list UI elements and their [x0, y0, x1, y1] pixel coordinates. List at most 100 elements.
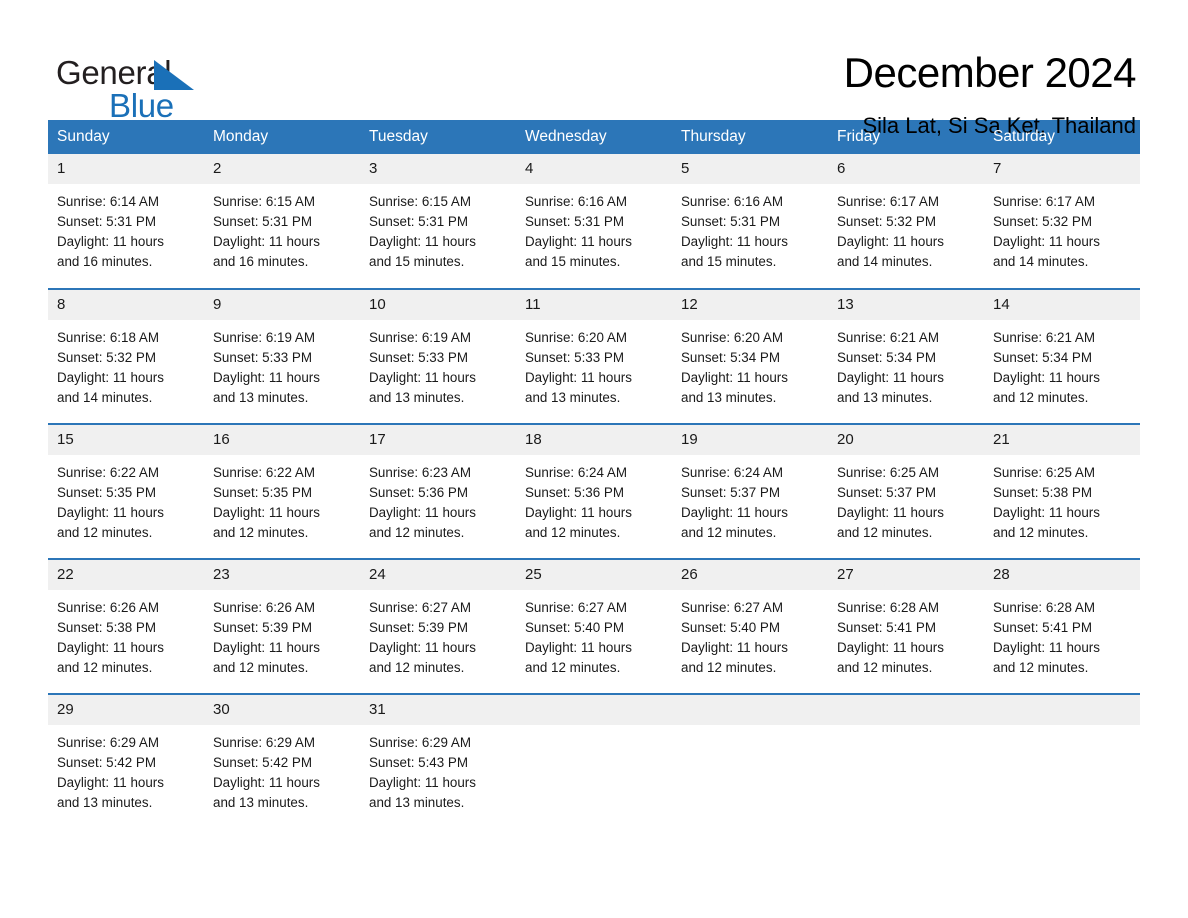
calendar-cell[interactable]: 7 Sunrise: 6:17 AM Sunset: 5:32 PM Daylight…: [984, 154, 1140, 289]
calendar-cell[interactable]: 6 Sunrise: 6:17 AM Sunset: 5:32 PM Daylight…: [828, 154, 984, 289]
daylight-text: Daylight: 11 hours: [993, 370, 1100, 386]
daylight-text-cont: and 12 minutes.: [525, 525, 621, 541]
daylight-text: Daylight: 11 hours: [213, 640, 320, 656]
calendar-cell[interactable]: 8 Sunrise: 6:18 AM Sunset: 5:32 PM Daylight…: [48, 288, 204, 424]
sunrise-text: Sunrise: 6:28 AM: [837, 600, 939, 615]
calendar-cell[interactable]: 20 Sunrise: 6:25 AM Sunset: 5:37 PM Dayligh…: [828, 423, 984, 559]
daylight-text-cont: and 12 minutes.: [837, 525, 933, 541]
calendar-cell[interactable]: 1 Sunrise: 6:14 AM Sunset: 5:31 PM Daylight…: [48, 154, 204, 289]
sunset-text: Sunset: 5:37 PM: [681, 485, 780, 501]
calendar-cell[interactable]: 26 Sunrise: 6:27 AM Sunset: 5:40 PM Dayligh…: [672, 558, 828, 694]
title-block: December 2024 Sila Lat, Si Sa Ket, Thail…: [844, 46, 1137, 140]
calendar-cell-empty: [516, 693, 672, 829]
sunrise-text: Sunrise: 6:28 AM: [993, 600, 1095, 615]
calendar-cell[interactable]: 13 Sunrise: 6:21 AM Sunset: 5:34 PM Dayligh…: [828, 288, 984, 424]
weekday-header-sunday: Sunday: [48, 120, 204, 154]
day-details: Sunrise: 6:23 AM Sunset: 5:36 PM Daylight:…: [360, 455, 516, 543]
day-details: Sunrise: 6:27 AM Sunset: 5:40 PM Daylight:…: [516, 590, 672, 678]
day-number: 1: [48, 154, 204, 184]
calendar-cell[interactable]: 2 Sunrise: 6:15 AM Sunset: 5:31 PM Daylight…: [204, 154, 360, 289]
calendar-cell[interactable]: 14 Sunrise: 6:21 AM Sunset: 5:34 PM Dayligh…: [984, 288, 1140, 424]
calendar-cell[interactable]: 4 Sunrise: 6:16 AM Sunset: 5:31 PM Daylight…: [516, 154, 672, 289]
sunrise-text: Sunrise: 6:18 AM: [57, 330, 159, 345]
location-subtitle: Sila Lat, Si Sa Ket, Thailand: [862, 113, 1136, 138]
calendar-cell[interactable]: 12 Sunrise: 6:20 AM Sunset: 5:34 PM Dayligh…: [672, 288, 828, 424]
day-details: Sunrise: 6:21 AM Sunset: 5:34 PM Daylight:…: [828, 320, 984, 408]
sunset-text: Sunset: 5:39 PM: [213, 620, 312, 636]
calendar-cell[interactable]: 19 Sunrise: 6:24 AM Sunset: 5:37 PM Dayligh…: [672, 423, 828, 559]
day-details: Sunrise: 6:22 AM Sunset: 5:35 PM Daylight:…: [48, 455, 204, 543]
calendar-cell[interactable]: 22 Sunrise: 6:26 AM Sunset: 5:38 PM Dayligh…: [48, 558, 204, 694]
day-details: Sunrise: 6:29 AM Sunset: 5:42 PM Daylight:…: [48, 725, 204, 813]
day-number: 27: [828, 560, 984, 590]
sunset-text: Sunset: 5:31 PM: [213, 214, 312, 230]
calendar-cell[interactable]: 5 Sunrise: 6:16 AM Sunset: 5:31 PM Daylight…: [672, 154, 828, 289]
daylight-text: Daylight: 11 hours: [369, 640, 476, 656]
calendar-cell[interactable]: 17 Sunrise: 6:23 AM Sunset: 5:36 PM Dayligh…: [360, 423, 516, 559]
daylight-text: Daylight: 11 hours: [681, 234, 788, 250]
calendar-cell[interactable]: 23 Sunrise: 6:26 AM Sunset: 5:39 PM Dayligh…: [204, 558, 360, 694]
day-details: Sunrise: 6:15 AM Sunset: 5:31 PM Daylight:…: [204, 184, 360, 272]
sunset-text: Sunset: 5:35 PM: [213, 485, 312, 501]
calendar-cell[interactable]: 3 Sunrise: 6:15 AM Sunset: 5:31 PM Daylight…: [360, 154, 516, 289]
day-number: 10: [360, 290, 516, 320]
sunset-text: Sunset: 5:36 PM: [369, 485, 468, 501]
calendar-cell[interactable]: 16 Sunrise: 6:22 AM Sunset: 5:35 PM Dayligh…: [204, 423, 360, 559]
day-details: Sunrise: 6:24 AM Sunset: 5:36 PM Daylight:…: [516, 455, 672, 543]
daylight-text-cont: and 13 minutes.: [57, 795, 153, 811]
day-number: 15: [48, 425, 204, 455]
calendar-cell[interactable]: 27 Sunrise: 6:28 AM Sunset: 5:41 PM Dayligh…: [828, 558, 984, 694]
sunset-text: Sunset: 5:33 PM: [213, 350, 312, 366]
sunset-text: Sunset: 5:32 PM: [993, 214, 1092, 230]
sunrise-text: Sunrise: 6:27 AM: [369, 600, 471, 615]
sunrise-text: Sunrise: 6:25 AM: [837, 465, 939, 480]
day-details: Sunrise: 6:20 AM Sunset: 5:33 PM Daylight:…: [516, 320, 672, 408]
calendar-cell[interactable]: 11 Sunrise: 6:20 AM Sunset: 5:33 PM Dayligh…: [516, 288, 672, 424]
day-details: Sunrise: 6:24 AM Sunset: 5:37 PM Daylight:…: [672, 455, 828, 543]
sunset-text: Sunset: 5:38 PM: [57, 620, 156, 636]
day-details: Sunrise: 6:20 AM Sunset: 5:34 PM Daylight:…: [672, 320, 828, 408]
sunrise-text: Sunrise: 6:22 AM: [213, 465, 315, 480]
day-details: Sunrise: 6:19 AM Sunset: 5:33 PM Daylight:…: [360, 320, 516, 408]
day-number: 4: [516, 154, 672, 184]
calendar-cell[interactable]: 18 Sunrise: 6:24 AM Sunset: 5:36 PM Dayligh…: [516, 423, 672, 559]
daylight-text: Daylight: 11 hours: [525, 505, 632, 521]
sunrise-text: Sunrise: 6:17 AM: [993, 194, 1095, 209]
day-number: 16: [204, 425, 360, 455]
daylight-text: Daylight: 11 hours: [837, 234, 944, 250]
weekday-header-tuesday: Tuesday: [360, 120, 516, 154]
calendar-cell[interactable]: 9 Sunrise: 6:19 AM Sunset: 5:33 PM Daylight…: [204, 288, 360, 424]
day-number: 5: [672, 154, 828, 184]
calendar-cell[interactable]: 21 Sunrise: 6:25 AM Sunset: 5:38 PM Dayligh…: [984, 423, 1140, 559]
daylight-text-cont: and 15 minutes.: [681, 254, 777, 270]
calendar-cell[interactable]: 24 Sunrise: 6:27 AM Sunset: 5:39 PM Dayligh…: [360, 558, 516, 694]
daylight-text: Daylight: 11 hours: [681, 640, 788, 656]
sunrise-text: Sunrise: 6:19 AM: [213, 330, 315, 345]
sunrise-text: Sunrise: 6:24 AM: [525, 465, 627, 480]
general-blue-logo: General Blue: [56, 46, 256, 122]
daylight-text: Daylight: 11 hours: [369, 505, 476, 521]
daylight-text: Daylight: 11 hours: [57, 640, 164, 656]
calendar-cell[interactable]: 10 Sunrise: 6:19 AM Sunset: 5:33 PM Dayligh…: [360, 288, 516, 424]
day-details: Sunrise: 6:21 AM Sunset: 5:34 PM Daylight:…: [984, 320, 1140, 408]
calendar-cell[interactable]: 30 Sunrise: 6:29 AM Sunset: 5:42 PM Dayligh…: [204, 693, 360, 829]
daylight-text-cont: and 12 minutes.: [837, 660, 933, 676]
sunset-text: Sunset: 5:39 PM: [369, 620, 468, 636]
calendar-cell-empty: [984, 693, 1140, 829]
calendar-cell[interactable]: 31 Sunrise: 6:29 AM Sunset: 5:43 PM Dayligh…: [360, 693, 516, 829]
calendar-cell[interactable]: 28 Sunrise: 6:28 AM Sunset: 5:41 PM Dayligh…: [984, 558, 1140, 694]
daylight-text-cont: and 12 minutes.: [993, 525, 1089, 541]
daylight-text: Daylight: 11 hours: [369, 775, 476, 791]
calendar-cell[interactable]: 29 Sunrise: 6:29 AM Sunset: 5:42 PM Dayligh…: [48, 693, 204, 829]
day-details: Sunrise: 6:28 AM Sunset: 5:41 PM Daylight:…: [984, 590, 1140, 678]
daylight-text-cont: and 15 minutes.: [369, 254, 465, 270]
day-number: 18: [516, 425, 672, 455]
calendar-cell[interactable]: 25 Sunrise: 6:27 AM Sunset: 5:40 PM Dayligh…: [516, 558, 672, 694]
daylight-text-cont: and 12 minutes.: [369, 525, 465, 541]
day-number: 31: [360, 695, 516, 725]
sunset-text: Sunset: 5:38 PM: [993, 485, 1092, 501]
logo-text-blue: Blue: [109, 87, 174, 124]
day-number: 8: [48, 290, 204, 320]
calendar-cell[interactable]: 15 Sunrise: 6:22 AM Sunset: 5:35 PM Dayligh…: [48, 423, 204, 559]
sunset-text: Sunset: 5:34 PM: [993, 350, 1092, 366]
